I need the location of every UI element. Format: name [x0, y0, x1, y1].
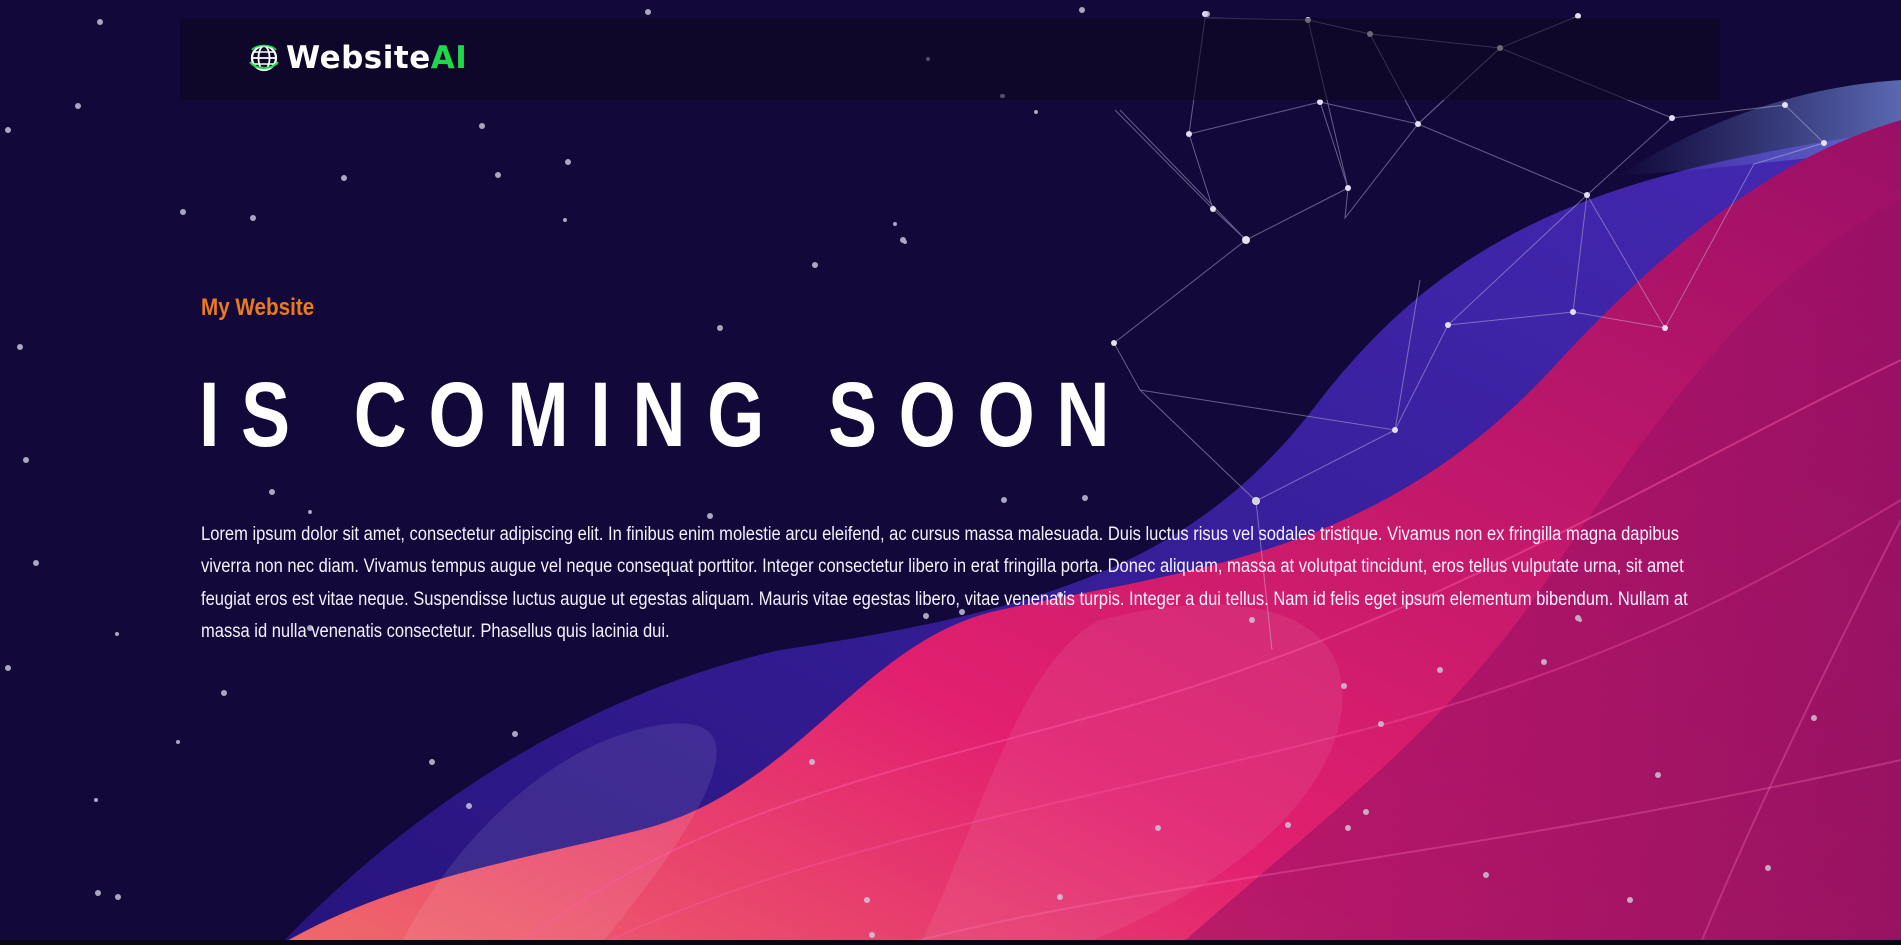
navbar: WebsiteAI: [180, 18, 1720, 100]
hero-description: Lorem ipsum dolor sit amet, consectetur …: [201, 524, 1688, 642]
bottom-border: [0, 940, 1901, 945]
hero-headline: IS COMING SOON: [199, 364, 1132, 466]
background-art: [5, 7, 1901, 945]
site-logo[interactable]: WebsiteAI: [246, 38, 467, 78]
globe-icon: [249, 44, 279, 72]
brand-name: WebsiteAI: [286, 40, 467, 76]
brand-name-main: Website: [286, 40, 431, 76]
hero-subtitle: My Website: [201, 294, 315, 321]
brand-name-accent: AI: [430, 40, 468, 76]
